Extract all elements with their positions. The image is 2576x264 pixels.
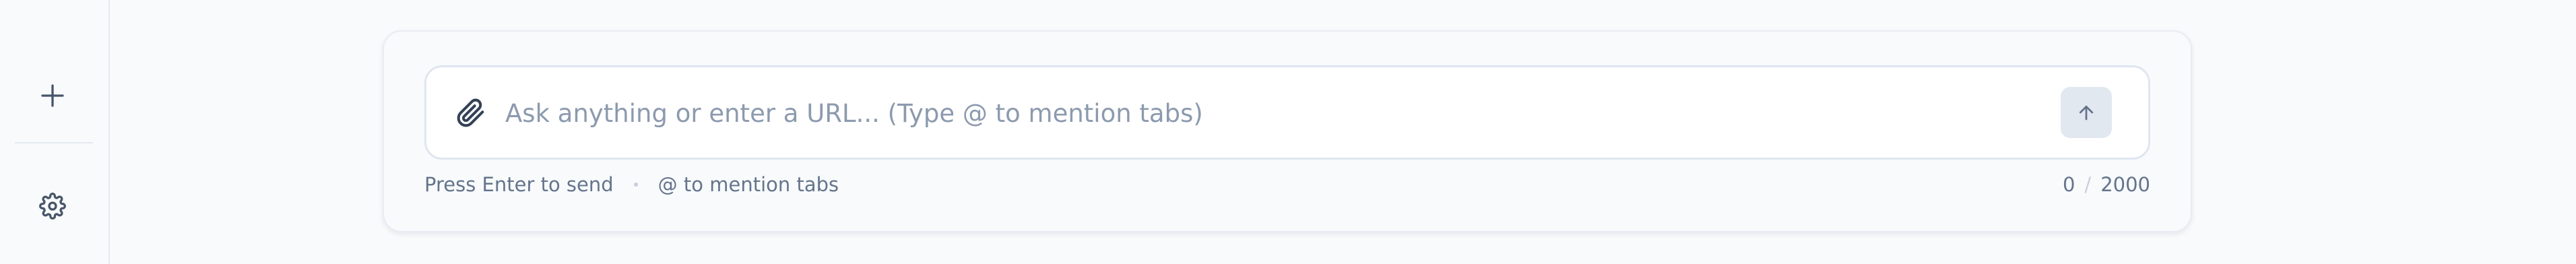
sidebar-divider — [15, 142, 93, 143]
gear-icon — [39, 193, 66, 220]
paperclip-icon — [457, 98, 484, 127]
character-counter: 0 / 2000 — [2063, 173, 2150, 196]
attach-button[interactable] — [453, 96, 488, 131]
counter-separator: / — [2084, 173, 2092, 196]
prompt-input[interactable] — [504, 86, 2056, 140]
hint-row: Press Enter to send @ to mention tabs — [424, 173, 839, 196]
prompt-box — [424, 65, 2150, 160]
new-chat-button[interactable] — [31, 74, 74, 117]
mention-hint: @ to mention tabs — [657, 173, 839, 196]
settings-button[interactable] — [31, 185, 74, 228]
arrow-up-icon — [2079, 105, 2094, 121]
send-hint: Press Enter to send — [424, 173, 614, 196]
hint-separator-dot — [633, 183, 638, 187]
plus-icon — [41, 84, 64, 107]
send-button[interactable] — [2061, 87, 2112, 138]
counter-current: 0 — [2062, 173, 2075, 196]
composer-card: Press Enter to send @ to mention tabs 0 … — [383, 30, 2192, 232]
counter-max: 2000 — [2100, 173, 2150, 196]
sidebar — [0, 0, 110, 264]
